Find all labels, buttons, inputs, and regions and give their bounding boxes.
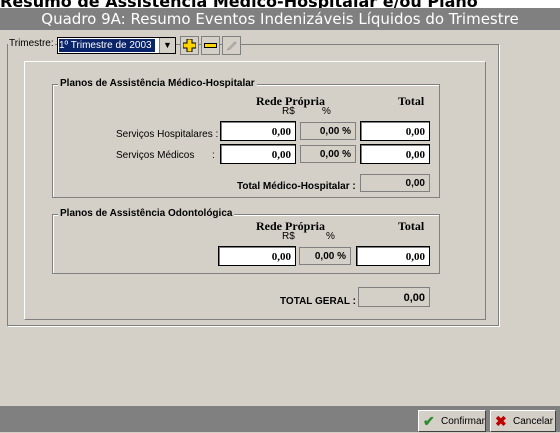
trimestre-label: Trimestre: bbox=[8, 38, 55, 49]
add-icon[interactable] bbox=[180, 36, 199, 55]
medico-col-rs: R$ bbox=[282, 106, 295, 117]
grand-total-label: TOTAL GERAL : bbox=[280, 296, 356, 307]
medico-col-pct: % bbox=[322, 106, 331, 117]
row-label-hospitalares: Serviços Hospitalares : bbox=[116, 129, 219, 140]
medico-col-total: Total bbox=[398, 94, 425, 108]
total-medico-value: 0,00 bbox=[360, 174, 430, 192]
confirm-button[interactable]: ✔ Confirmar bbox=[418, 410, 486, 432]
row-label-medicos: Serviços Médicos bbox=[116, 150, 195, 161]
medico-group-title: Planos de Assistência Médico-Hospitalar bbox=[58, 78, 257, 89]
odonto-col-total: Total bbox=[398, 219, 425, 233]
odonto-total-field[interactable]: 0,00 bbox=[356, 246, 430, 266]
odonto-col-rs: R$ bbox=[282, 231, 295, 242]
hospitalares-value-field[interactable]: 0,00 bbox=[220, 121, 296, 141]
clipped-title-text: Resumo de Assistência Médico-Hospitalar … bbox=[0, 0, 478, 8]
row-colon-medicos: : bbox=[212, 150, 215, 161]
medicos-value-field[interactable]: 0,00 bbox=[220, 144, 296, 164]
medicos-pct: 0,00 % bbox=[300, 145, 356, 163]
check-icon: ✔ bbox=[423, 413, 435, 429]
cancel-label: Cancelar bbox=[513, 416, 554, 427]
odonto-group-title: Planos de Assistência Odontológica bbox=[58, 208, 235, 219]
odonto-value-field[interactable]: 0,00 bbox=[218, 246, 296, 266]
clipped-window-title: Resumo de Assistência Médico-Hospitalar … bbox=[0, 0, 560, 8]
hospitalares-total-field[interactable]: 0,00 bbox=[360, 121, 430, 141]
dropdown-arrow-icon[interactable]: ▼ bbox=[159, 38, 175, 53]
hospitalares-pct: 0,00 % bbox=[300, 122, 356, 140]
trimestre-value: 1º Trimestre de 2003 bbox=[59, 39, 155, 52]
window-title: Quadro 9A: Resumo Eventos Indenizáveis L… bbox=[41, 10, 519, 28]
odonto-pct: 0,00 % bbox=[299, 247, 351, 265]
cancel-x-icon: ✖ bbox=[495, 413, 507, 429]
remove-icon[interactable] bbox=[201, 36, 220, 55]
trimestre-select[interactable]: 1º Trimestre de 2003 ▼ bbox=[57, 37, 176, 54]
total-medico-label: Total Médico-Hospitalar : bbox=[237, 181, 356, 192]
confirm-label: Confirmar bbox=[441, 416, 485, 427]
window-title-bar: Quadro 9A: Resumo Eventos Indenizáveis L… bbox=[0, 8, 560, 30]
odonto-col-pct: % bbox=[326, 231, 335, 242]
grand-total-value: 0,00 bbox=[358, 287, 430, 307]
medicos-total-field[interactable]: 0,00 bbox=[360, 144, 430, 164]
cancel-button[interactable]: ✖ Cancelar bbox=[490, 410, 556, 432]
edit-icon[interactable] bbox=[222, 36, 241, 55]
